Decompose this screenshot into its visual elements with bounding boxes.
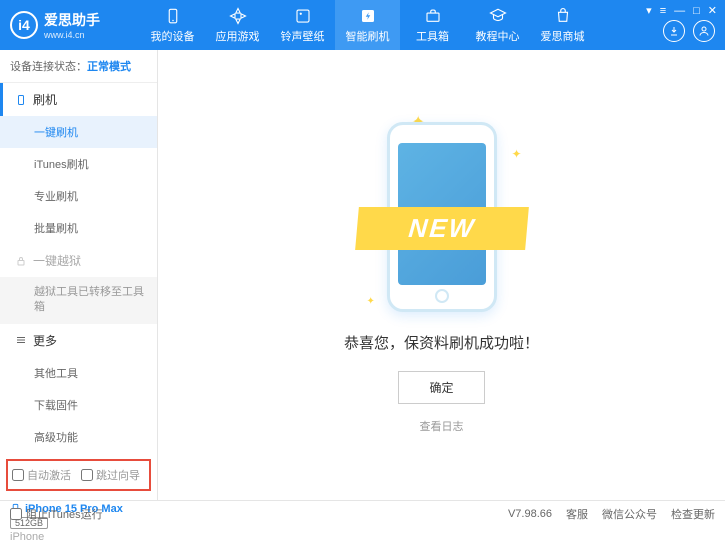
minimize-icon[interactable]: — xyxy=(674,5,685,17)
device-info: iPhone 15 Pro Max 512GB iPhone xyxy=(0,497,157,549)
nav-smart-flash[interactable]: 智能刷机 xyxy=(335,0,400,50)
sidebar-item-batch-flash[interactable]: 批量刷机 xyxy=(0,212,157,244)
sidebar-item-download-firmware[interactable]: 下载固件 xyxy=(0,389,157,421)
options-icon[interactable]: ≡ xyxy=(660,5,666,17)
close-icon[interactable]: ✕ xyxy=(708,4,717,17)
sidebar-item-other-tools[interactable]: 其他工具 xyxy=(0,357,157,389)
sidebar-item-oneclick-flash[interactable]: 一键刷机 xyxy=(0,116,157,148)
new-banner: NEW xyxy=(355,207,529,250)
sidebar-item-jailbreak-moved: 越狱工具已转移至工具箱 xyxy=(0,277,157,324)
store-icon xyxy=(554,7,572,25)
apps-icon xyxy=(229,7,247,25)
checkbox-auto-activate[interactable]: 自动激活 xyxy=(12,467,71,483)
footer-link-support[interactable]: 客服 xyxy=(566,506,588,522)
app-title: 爱思助手 xyxy=(44,10,100,30)
lock-icon xyxy=(15,255,27,267)
flash-icon xyxy=(359,7,377,25)
content-area: ✦ ✦ ✦ NEW 恭喜您，保资料刷机成功啦！ 确定 查看日志 xyxy=(158,50,725,500)
toolbox-icon xyxy=(424,7,442,25)
sidebar-header-more[interactable]: 更多 xyxy=(0,324,157,357)
success-illustration: ✦ ✦ ✦ NEW xyxy=(377,117,507,317)
success-message: 恭喜您，保资料刷机成功啦！ xyxy=(344,332,539,353)
confirm-button[interactable]: 确定 xyxy=(398,371,484,404)
menu-icon xyxy=(15,334,27,346)
checkbox-skip-guide[interactable]: 跳过向导 xyxy=(81,467,140,483)
sidebar-item-advanced[interactable]: 高级功能 xyxy=(0,421,157,453)
nav-my-device[interactable]: 我的设备 xyxy=(140,0,205,50)
version-label: V7.98.66 xyxy=(508,508,552,520)
sidebar-header-jailbreak: 一键越狱 xyxy=(0,244,157,277)
user-icon xyxy=(698,25,710,37)
device-icon xyxy=(164,7,182,25)
nav-tutorial[interactable]: 教程中心 xyxy=(465,0,530,50)
nav-apps-games[interactable]: 应用游戏 xyxy=(205,0,270,50)
options-highlighted-box: 自动激活 跳过向导 xyxy=(6,459,151,491)
nav-toolbox[interactable]: 工具箱 xyxy=(400,0,465,50)
tutorial-icon xyxy=(489,7,507,25)
checkbox-block-itunes[interactable]: 阻止iTunes运行 xyxy=(10,506,103,522)
app-subtitle: www.i4.cn xyxy=(44,30,100,40)
footer-link-wechat[interactable]: 微信公众号 xyxy=(602,506,657,522)
device-type: iPhone xyxy=(10,531,147,543)
window-controls: ▾ ≡ — □ ✕ xyxy=(646,4,717,17)
nav-ringtone-wallpaper[interactable]: 铃声壁纸 xyxy=(270,0,335,50)
device-status: 设备连接状态：正常模式 xyxy=(0,50,157,83)
download-button[interactable] xyxy=(663,20,685,42)
user-button[interactable] xyxy=(693,20,715,42)
maximize-icon[interactable]: □ xyxy=(693,5,700,17)
sidebar-item-itunes-flash[interactable]: iTunes刷机 xyxy=(0,148,157,180)
sidebar: 设备连接状态：正常模式 刷机 一键刷机 iTunes刷机 专业刷机 批量刷机 一… xyxy=(0,50,158,500)
logo-area: i4 爱思助手 www.i4.cn xyxy=(10,10,140,40)
logo-icon: i4 xyxy=(10,11,38,39)
footer-link-update[interactable]: 检查更新 xyxy=(671,506,715,522)
phone-icon xyxy=(15,94,27,106)
app-header: i4 爱思助手 www.i4.cn 我的设备 应用游戏 铃声壁纸 智能刷机 工具… xyxy=(0,0,725,50)
image-icon xyxy=(294,7,312,25)
download-icon xyxy=(668,25,680,37)
top-nav: 我的设备 应用游戏 铃声壁纸 智能刷机 工具箱 教程中心 爱思商城 xyxy=(140,0,595,50)
menu-icon[interactable]: ▾ xyxy=(646,4,652,17)
view-log-link[interactable]: 查看日志 xyxy=(420,418,464,434)
sidebar-header-flash[interactable]: 刷机 xyxy=(0,83,157,116)
sidebar-item-pro-flash[interactable]: 专业刷机 xyxy=(0,180,157,212)
nav-store[interactable]: 爱思商城 xyxy=(530,0,595,50)
